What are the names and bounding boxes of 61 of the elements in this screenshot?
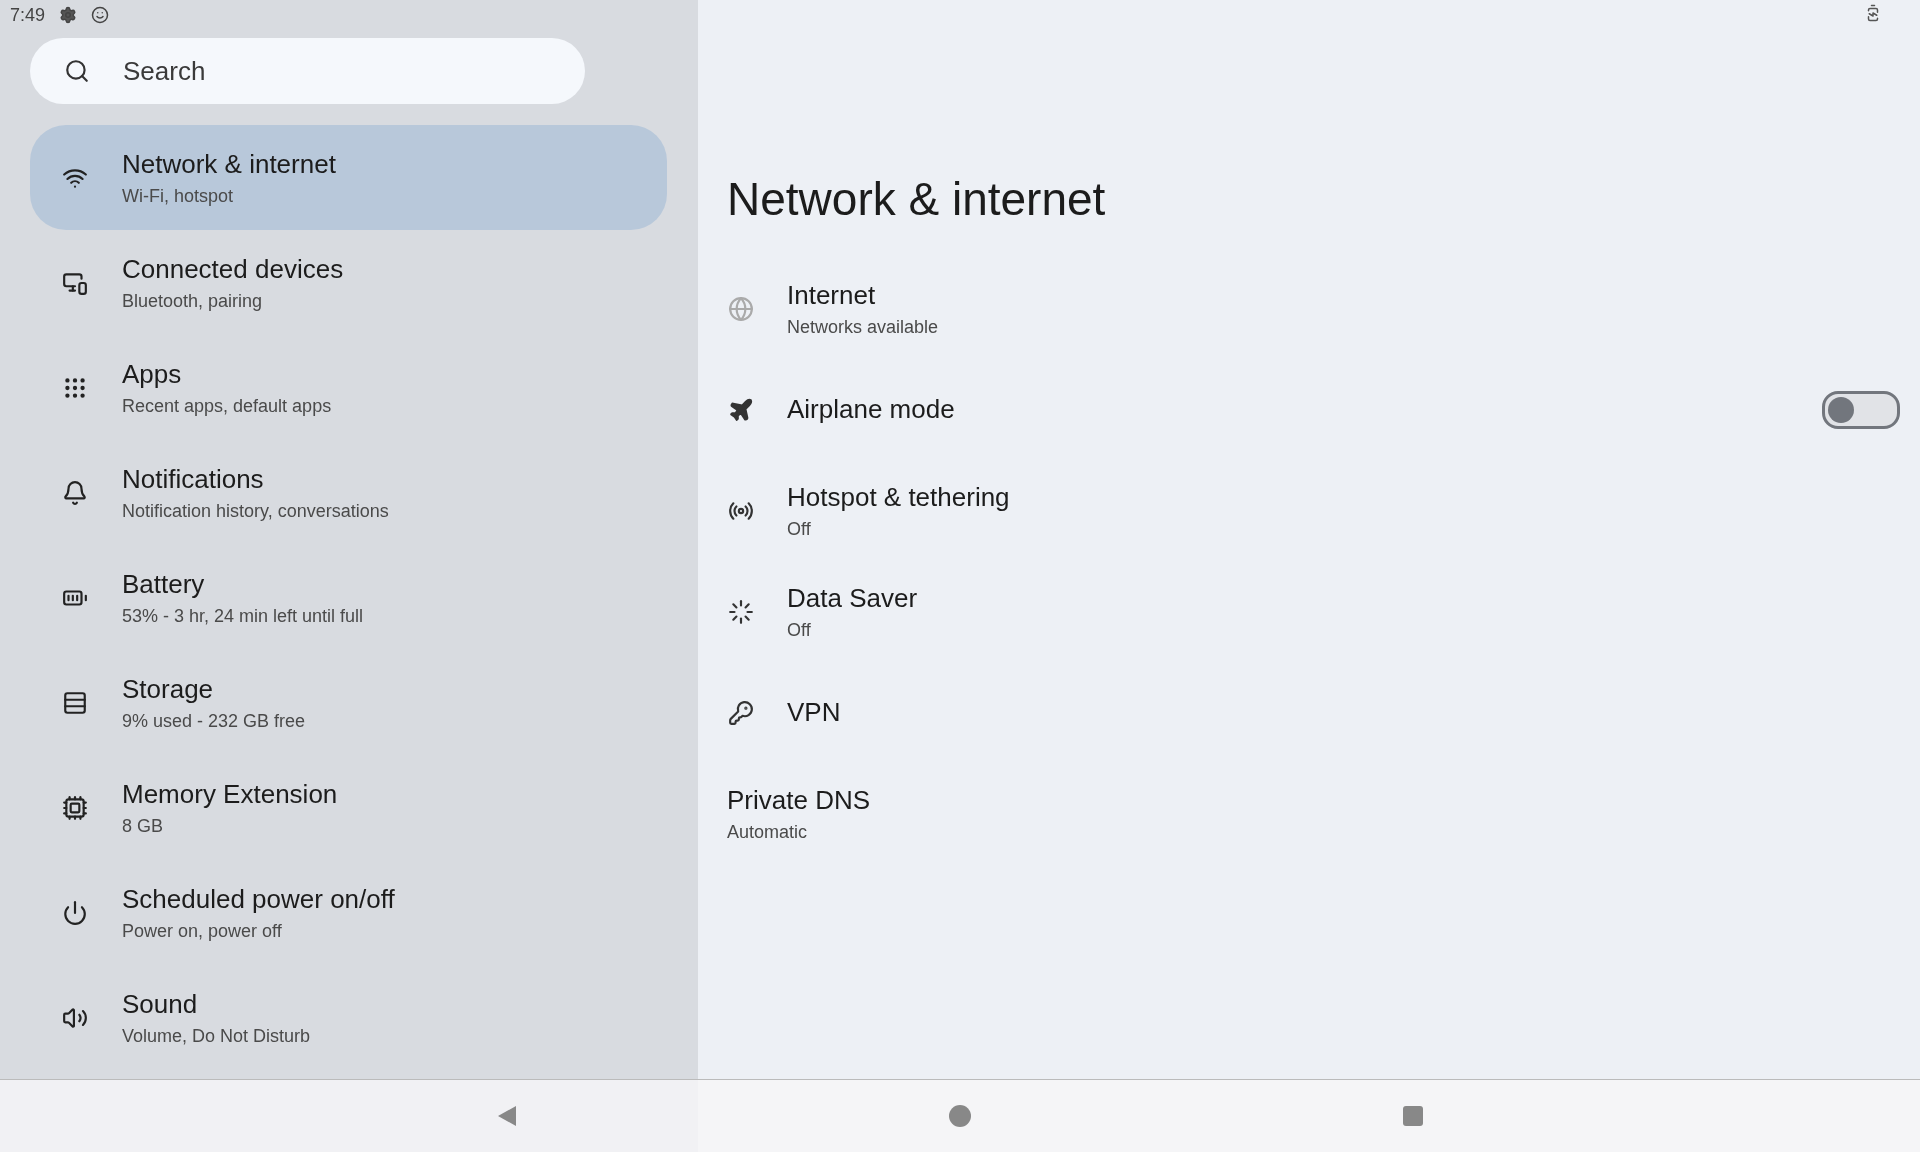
row-title: Internet — [787, 279, 877, 311]
item-title: Notifications — [122, 463, 265, 495]
row-title: Data Saver — [787, 582, 918, 614]
row-subtitle: Automatic — [727, 821, 809, 843]
status-time: 7:49 — [10, 4, 46, 26]
search-icon — [64, 58, 90, 84]
row-icon — [728, 598, 754, 625]
item-subtitle: Bluetooth, pairing — [122, 290, 264, 312]
sidebar-icon — [62, 689, 88, 716]
sidebar-item[interactable]: Sound Volume, Do Not Disturb — [30, 965, 667, 1070]
page-title: Network & internet — [727, 172, 1107, 226]
recents-icon[interactable] — [1402, 1105, 1424, 1127]
row-icon — [728, 295, 754, 322]
item-subtitle: Notification history, conversations — [122, 500, 389, 522]
item-subtitle: Wi-Fi, hotspot — [122, 185, 235, 207]
toggle-switch[interactable] — [1822, 390, 1900, 429]
item-subtitle: Volume, Do Not Disturb — [122, 1025, 311, 1047]
item-title: Network & internet — [122, 148, 336, 180]
sidebar-icon — [62, 794, 88, 821]
item-subtitle: 8 GB — [122, 815, 165, 837]
item-subtitle: 9% used - 232 GB free — [122, 710, 306, 732]
settings-row[interactable]: Internet Networks available — [727, 258, 1920, 359]
item-title: Scheduled power on/off — [122, 883, 395, 915]
sidebar-item[interactable]: Network & internet Wi-Fi, hotspot — [30, 125, 667, 230]
sidebar-item[interactable]: Notifications Notification history, conversations — [30, 440, 667, 545]
item-title: Apps — [122, 358, 183, 390]
row-title: VPN — [787, 697, 841, 728]
settings-row[interactable]: VPN — [727, 662, 1920, 763]
settings-icon — [59, 6, 78, 24]
row-subtitle: Off — [787, 518, 812, 540]
settings-row[interactable]: Data Saver Off — [727, 561, 1920, 662]
face-icon — [91, 6, 110, 24]
settings-row[interactable]: Hotspot & tethering Off — [727, 460, 1920, 561]
row-icon — [728, 699, 754, 726]
sidebar-item[interactable]: Storage 9% used - 232 GB free — [30, 650, 667, 755]
sidebar-item[interactable]: Apps Recent apps, default apps — [30, 335, 667, 440]
sidebar-item[interactable]: Battery 53% - 3 hr, 24 min left until full — [30, 545, 667, 650]
item-subtitle: 53% - 3 hr, 24 min left until full — [122, 605, 364, 627]
settings-row[interactable]: Private DNS Automatic — [727, 763, 1920, 864]
row-title: Hotspot & tethering — [787, 481, 1010, 513]
item-subtitle: Recent apps, default apps — [122, 395, 332, 417]
sidebar-icon — [62, 899, 88, 926]
sidebar-item[interactable]: Scheduled power on/off Power on, power off — [30, 860, 667, 965]
row-subtitle: Off — [787, 619, 812, 641]
sidebar-item[interactable]: Connected devices Bluetooth, pairing — [30, 230, 667, 335]
settings-row[interactable]: Airplane mode — [727, 359, 1920, 460]
back-icon[interactable] — [496, 1104, 518, 1128]
item-title: Memory Extension — [122, 778, 338, 810]
row-subtitle: Networks available — [787, 316, 939, 338]
row-title: Airplane mode — [787, 394, 955, 425]
search-field[interactable]: Search — [30, 38, 585, 104]
airplane-icon — [728, 396, 754, 423]
sidebar-item[interactable]: Memory Extension 8 GB — [30, 755, 667, 860]
sidebar-icon — [62, 479, 88, 506]
item-title: Sound — [122, 988, 199, 1020]
item-subtitle: Power on, power off — [122, 920, 283, 942]
home-icon[interactable] — [948, 1104, 972, 1128]
row-title: Private DNS — [727, 784, 871, 816]
item-title: Battery — [122, 568, 206, 600]
item-title: Storage — [122, 673, 215, 705]
item-title: Connected devices — [122, 253, 344, 285]
